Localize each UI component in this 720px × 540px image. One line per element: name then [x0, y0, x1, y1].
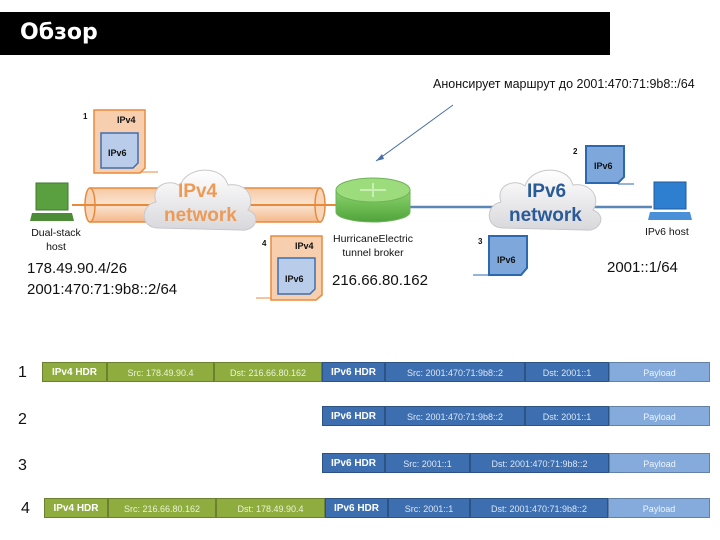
row-number: 1 [18, 364, 27, 381]
ipv6-dst: Dst: 2001:470:71:9b8::2 [470, 453, 609, 473]
row-number: 4 [21, 500, 30, 517]
ipv4-dst: Dst: 178.49.90.4 [216, 498, 325, 518]
ipv6-hdr: IPv6 HDR [325, 498, 388, 518]
ipv6-src: Src: 2001:470:71:9b8::2 [385, 406, 525, 426]
ipv6-hdr: IPv6 HDR [322, 406, 385, 426]
payload: Payload [609, 453, 710, 473]
ipv4-hdr: IPv4 HDR [44, 498, 108, 518]
left-host-ipv4: 178.49.90.4/26 [27, 260, 128, 277]
broker-ip: 216.66.80.162 [332, 272, 428, 289]
ipv4-hdr: IPv4 HDR [42, 362, 107, 382]
ipv6-dst: Dst: 2001:470:71:9b8::2 [470, 498, 608, 518]
annotation-arrow [375, 104, 454, 162]
broker-label-2: tunnel broker [342, 247, 404, 259]
packet-2-number: 2 [573, 147, 578, 156]
packet-1-outer: IPv4 [117, 115, 136, 125]
packet-4-outer: IPv4 [295, 241, 314, 251]
ipv6-host-laptop-icon [648, 181, 692, 220]
ipv6-src: Src: 2001::1 [388, 498, 470, 518]
packet-3-number: 3 [478, 237, 483, 246]
ipv4-src: Src: 216.66.80.162 [108, 498, 216, 518]
payload: Payload [608, 498, 710, 518]
router-icon [335, 177, 411, 223]
ipv4-cloud-label-1: IPv4 [178, 181, 218, 202]
packet-3-inner: IPv6 [497, 255, 516, 265]
ipv6-src: Src: 2001::1 [385, 453, 470, 473]
payload: Payload [609, 362, 710, 382]
ipv6-dst: Dst: 2001::1 [525, 362, 609, 382]
ipv4-cloud-label-2: network [164, 205, 237, 226]
ipv4-dst: Dst: 216.66.80.162 [214, 362, 322, 382]
ipv6-cloud-label-2: network [509, 205, 582, 226]
ipv4-src: Src: 178.49.90.4 [107, 362, 214, 382]
ipv6-hdr: IPv6 HDR [322, 453, 385, 473]
dual-stack-host-laptop-icon [30, 182, 74, 221]
left-host-ipv6: 2001:470:71:9b8::2/64 [27, 281, 178, 298]
ipv6-hdr: IPv6 HDR [322, 362, 385, 382]
broker-label-1: HurricaneElectric [333, 233, 413, 245]
dual-stack-host-label: Dual-stack host [31, 227, 81, 253]
packet-2-inner: IPv6 [594, 161, 613, 171]
ipv6-src: Src: 2001:470:71:9b8::2 [385, 362, 525, 382]
payload: Payload [609, 406, 710, 426]
row-number: 3 [18, 457, 27, 474]
ipv6-cloud-label-1: IPv6 [527, 181, 567, 202]
packet-1-inner: IPv6 [108, 148, 127, 158]
packet-4-inner: IPv6 [285, 274, 304, 284]
packet-4-number: 4 [262, 239, 267, 248]
ipv6-dst: Dst: 2001::1 [525, 406, 609, 426]
packet-1-number: 1 [83, 112, 88, 121]
row-number: 2 [18, 411, 27, 428]
ipv6-host-ip: 2001::1/64 [607, 259, 678, 276]
ipv6-host-label: IPv6 host [645, 226, 689, 238]
